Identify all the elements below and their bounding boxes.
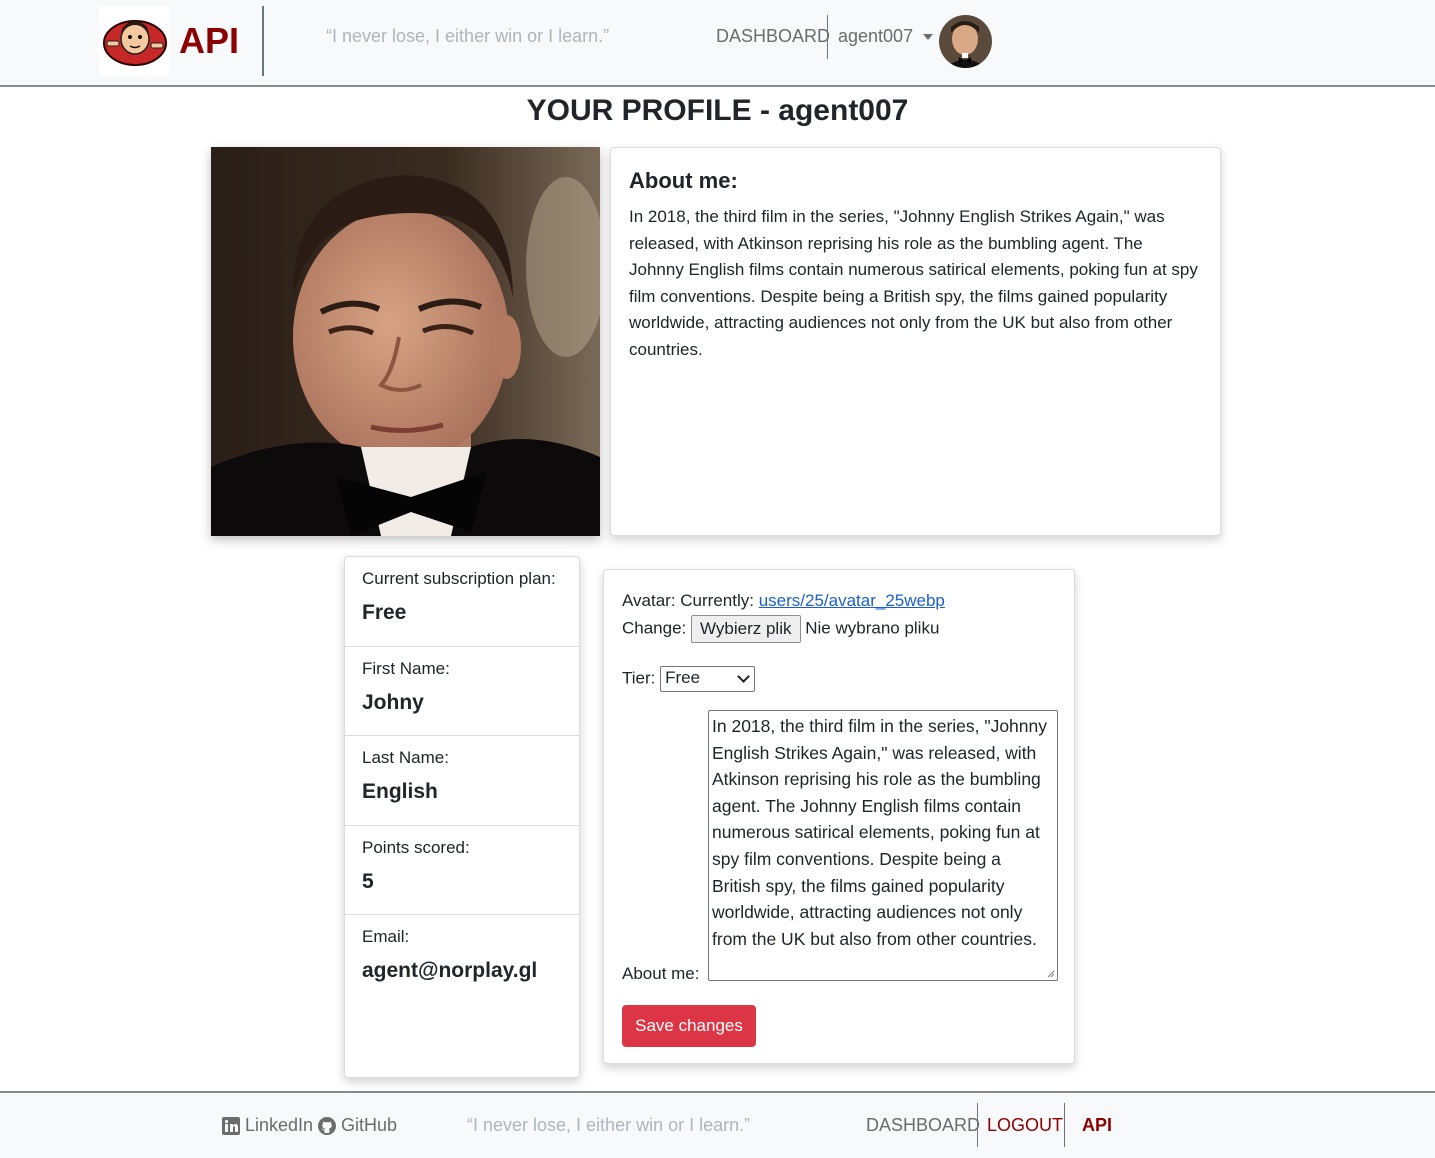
about-me-text: In 2018, the third film in the series, "… — [629, 207, 1198, 359]
about-me-field-label: About me: — [622, 964, 700, 983]
avatar-label: Avatar: Currently: — [622, 591, 754, 610]
info-label: Current subscription plan: — [362, 569, 556, 588]
top-navbar: API “I never lose, I either win or I lea… — [0, 0, 1435, 87]
footer-divider — [1064, 1103, 1065, 1147]
file-status-text: Nie wybrano pliku — [805, 618, 940, 638]
change-label: Change: — [622, 618, 687, 638]
github-link[interactable]: GitHub — [318, 1115, 397, 1136]
github-label: GitHub — [341, 1115, 398, 1135]
choose-file-button[interactable]: Wybierz plik — [691, 615, 801, 643]
about-me-card: About me: In 2018, the third film in the… — [610, 147, 1221, 536]
list-item-email: Email: agent@norplay.gl — [345, 915, 579, 1005]
list-item-last-name: Last Name: English — [345, 736, 579, 826]
about-me-textarea-value: In 2018, the third film in the series, "… — [712, 716, 1048, 949]
tier-row: Tier: Free — [622, 666, 756, 692]
linkedin-link[interactable]: LinkedIn — [222, 1115, 313, 1136]
header-quote: “I never lose, I either win or I learn.” — [326, 26, 610, 46]
linkedin-icon — [222, 1116, 240, 1135]
tier-select[interactable]: Free — [660, 666, 756, 692]
avatar-row: Avatar: Currently: users/25/avatar_25web… — [622, 591, 945, 611]
footer: LinkedIn GitHub “I never lose, I either … — [0, 1091, 1435, 1158]
about-me-heading: About me: — [629, 168, 738, 193]
about-me-textarea[interactable]: In 2018, the third film in the series, "… — [708, 710, 1058, 981]
profile-info-list: Current subscription plan: Free First Na… — [344, 556, 580, 1078]
change-avatar-row: Change: Wybierz plik Nie wybrano pliku — [622, 615, 939, 643]
info-label: Email: — [362, 927, 410, 946]
tier-label: Tier: — [622, 668, 656, 688]
tier-selected-value: Free — [665, 668, 701, 687]
info-value: Johny — [362, 690, 424, 714]
list-item-subscription: Current subscription plan: Free — [345, 557, 579, 647]
logout-link[interactable]: LOGOUT — [987, 1115, 1063, 1136]
header-divider — [262, 6, 264, 76]
info-label: Last Name: — [362, 748, 449, 767]
avatar-current-link[interactable]: users/25/avatar_25webp — [759, 591, 945, 610]
info-value: agent@norplay.gl — [362, 959, 538, 982]
footer-divider — [977, 1103, 978, 1147]
avatar[interactable] — [939, 15, 992, 68]
footer-quote: “I never lose, I either win or I learn.” — [467, 1115, 751, 1135]
info-value: English — [362, 780, 438, 803]
list-item-points: Points scored: 5 — [345, 826, 579, 915]
list-item-first-name: First Name: Johny — [345, 647, 579, 736]
user-dropdown-toggle[interactable]: agent007 — [838, 26, 934, 47]
username-label: agent007 — [838, 26, 914, 46]
brand-logo-icon[interactable] — [99, 6, 170, 76]
profile-edit-form: Avatar: Currently: users/25/avatar_25web… — [603, 569, 1075, 1064]
resize-handle-icon[interactable] — [1047, 970, 1055, 978]
save-changes-button[interactable]: Save changes — [622, 1005, 756, 1047]
info-label: First Name: — [362, 658, 450, 678]
nav-dashboard-link[interactable]: DASHBOARD — [716, 26, 830, 47]
page-title: YOUR PROFILE - agent007 — [526, 94, 909, 127]
chevron-down-icon — [737, 670, 750, 683]
info-label: Points scored: — [362, 837, 470, 857]
profile-photo — [211, 147, 600, 536]
footer-dashboard-link[interactable]: DASHBOARD — [866, 1115, 980, 1136]
info-value: Free — [362, 601, 407, 624]
github-icon — [318, 1116, 336, 1135]
footer-api-link[interactable]: API — [1082, 1115, 1112, 1136]
nav-divider — [827, 15, 828, 59]
info-value: 5 — [362, 869, 374, 893]
linkedin-label: LinkedIn — [245, 1115, 314, 1135]
brand-name[interactable]: API — [179, 20, 239, 62]
caret-down-icon — [923, 33, 934, 40]
